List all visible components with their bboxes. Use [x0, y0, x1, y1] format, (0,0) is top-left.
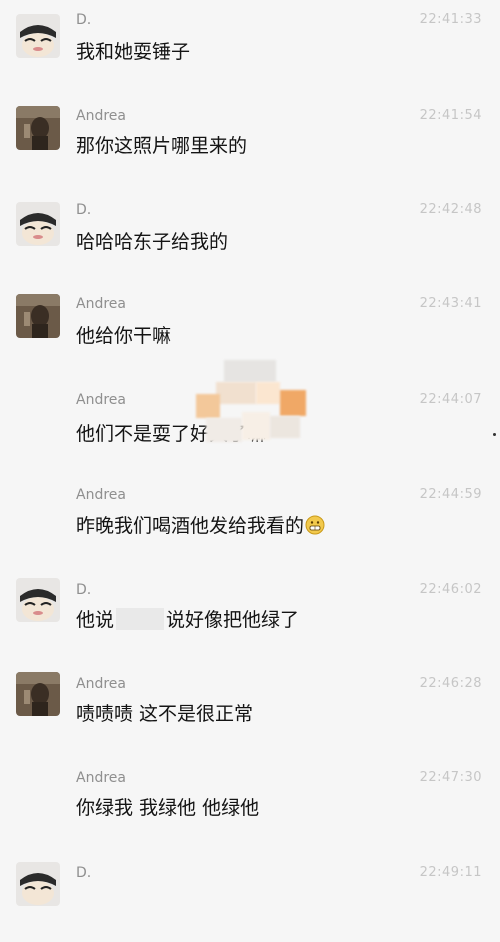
- message-row[interactable]: Andrea 22:41:54 那你这照片哪里来的: [0, 94, 500, 184]
- message-text[interactable]: 那你这照片哪里来的: [76, 134, 247, 158]
- photo-avatar-icon: [16, 294, 60, 338]
- sender-name: Andrea: [76, 392, 126, 408]
- message-text[interactable]: 他说 说好像把他绿了: [76, 608, 299, 632]
- message-row[interactable]: Andrea 22:44:59 昨晚我们喝酒他发给我看的: [0, 476, 500, 566]
- message-text[interactable]: 我和她耍锤子: [76, 40, 190, 64]
- message-row[interactable]: D. 22:46:02 他说 说好像把他绿了: [0, 566, 500, 656]
- avatar-andrea[interactable]: [16, 106, 60, 150]
- photo-avatar-icon: [16, 106, 60, 150]
- chat-history: D. 22:41:33 我和她耍锤子 Andrea 22:41:54 那你这照片…: [0, 0, 500, 906]
- avatar-andrea[interactable]: [16, 672, 60, 716]
- sender-name: Andrea: [76, 676, 126, 692]
- message-time: 22:49:11: [419, 865, 482, 880]
- cartoon-avatar-icon: [16, 14, 60, 58]
- message-row[interactable]: Andrea 22:46:28 啧啧啧 这不是很正常: [0, 662, 500, 752]
- avatar-d[interactable]: [16, 862, 60, 906]
- avatar-d[interactable]: [16, 578, 60, 622]
- cartoon-avatar-icon: [16, 578, 60, 622]
- sender-name: D.: [76, 202, 92, 218]
- redacted-name: [116, 608, 165, 630]
- message-row[interactable]: Andrea 22:43:41 他给你干嘛: [0, 284, 500, 374]
- avatar-andrea[interactable]: [16, 294, 60, 338]
- grinning-emoji-icon: [305, 515, 325, 535]
- message-row[interactable]: D. 22:49:11: [0, 852, 500, 942]
- message-text[interactable]: 他给你干嘛: [76, 324, 171, 348]
- sender-name: D.: [76, 12, 92, 28]
- sender-name: D.: [76, 582, 92, 598]
- message-row[interactable]: D. 22:42:48 哈哈哈东子给我的: [0, 188, 500, 278]
- message-text-after: 说好像把他绿了: [166, 609, 300, 631]
- sender-name: Andrea: [76, 296, 126, 312]
- cartoon-avatar-icon: [16, 862, 60, 906]
- message-row[interactable]: Andrea 22:44:07 他们不是耍了好久了嘛: [0, 380, 500, 470]
- sender-name: Andrea: [76, 770, 126, 786]
- message-text[interactable]: 哈哈哈东子给我的: [76, 230, 228, 254]
- message-time: 22:42:48: [419, 202, 482, 217]
- sender-name: Andrea: [76, 487, 126, 503]
- sender-name: Andrea: [76, 108, 126, 124]
- message-text-before: 他说: [76, 609, 115, 631]
- message-time: 22:43:41: [419, 296, 482, 311]
- message-text[interactable]: 你绿我 我绿他 他绿他: [76, 796, 259, 820]
- cartoon-avatar-icon: [16, 202, 60, 246]
- message-time: 22:47:30: [419, 770, 482, 785]
- photo-avatar-icon: [16, 672, 60, 716]
- message-text[interactable]: 啧啧啧 这不是很正常: [76, 702, 253, 726]
- message-time: 22:44:59: [419, 487, 482, 502]
- message-time: 22:41:33: [419, 12, 482, 27]
- avatar-d[interactable]: [16, 14, 60, 58]
- stray-dot: [493, 433, 496, 436]
- message-text[interactable]: 他们不是耍了好久了嘛: [76, 422, 266, 446]
- message-row[interactable]: D. 22:41:33 我和她耍锤子: [0, 0, 500, 90]
- avatar-d[interactable]: [16, 202, 60, 246]
- message-time: 22:46:02: [419, 582, 482, 597]
- message-time: 22:41:54: [419, 108, 482, 123]
- message-time: 22:46:28: [419, 676, 482, 691]
- message-text[interactable]: 昨晚我们喝酒他发给我看的: [76, 514, 325, 538]
- message-text-content: 昨晚我们喝酒他发给我看的: [76, 515, 305, 537]
- message-row[interactable]: Andrea 22:47:30 你绿我 我绿他 他绿他: [0, 756, 500, 846]
- message-time: 22:44:07: [419, 392, 482, 407]
- sender-name: D.: [76, 865, 92, 881]
